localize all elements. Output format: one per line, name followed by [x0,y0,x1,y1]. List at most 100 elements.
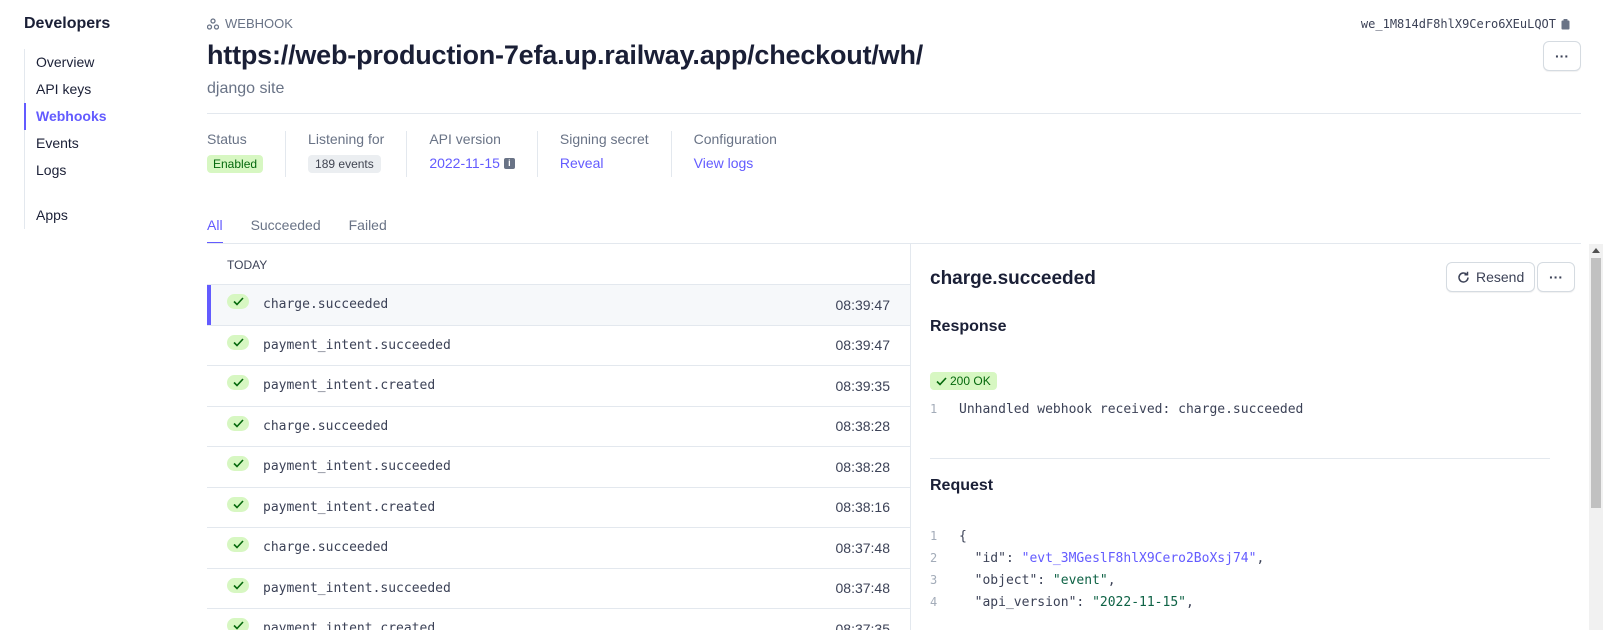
success-check-icon [227,537,249,553]
summary-status: Status Enabled [207,131,285,177]
success-check-icon [227,375,249,391]
event-time: 08:38:28 [835,458,891,475]
sidebar-item-apps[interactable]: Apps [25,202,174,229]
tab-failed[interactable]: Failed [349,217,387,244]
code-key: "object": [959,573,1053,588]
code-line: 1 Unhandled webhook received: charge.succ… [930,398,1303,420]
resend-button[interactable]: Resend [1446,262,1536,292]
code-punct: , [1185,595,1194,610]
line-number: 2 [930,551,938,565]
sidebar: Developers Overview API keys Webhooks Ev… [0,0,190,630]
api-version-value: 2022-11-15 i [429,155,515,171]
resend-label: Resend [1476,269,1525,285]
event-name: payment_intent.created [263,378,436,394]
signing-secret-label: Signing secret [559,131,649,147]
sidebar-item-overview[interactable]: Overview [25,49,174,76]
event-name: payment_intent.succeeded [263,337,451,353]
sidebar-item-webhooks[interactable]: Webhooks [24,103,174,130]
table-row[interactable]: payment_intent.succeeded 08:37:48 [207,567,910,609]
success-check-icon [227,618,249,630]
table-row[interactable]: charge.succeeded 08:39:47 [207,284,910,325]
code-key: "api_version": [959,595,1093,610]
tab-all[interactable]: All [207,217,223,244]
event-name: payment_intent.succeeded [263,459,451,475]
webhook-id-text: we_1M814dF8hlX9Cero6XEuLQOT [1360,17,1556,31]
table-row[interactable]: payment_intent.created 08:38:16 [207,486,910,528]
code-value: "evt_3MGeslF8hlX9Cero2BoXsj74" [1021,551,1257,566]
event-name: payment_intent.succeeded [263,580,451,596]
scroll-up-icon[interactable] [1592,248,1600,253]
success-check-icon [227,496,249,512]
table-row[interactable]: charge.succeeded 08:38:28 [207,405,910,447]
webhook-summary: Status Enabled Listening for 189 events … [207,131,799,177]
code-punct: , [1256,551,1265,566]
refresh-icon [1458,271,1469,283]
checkmark-icon [936,376,947,386]
reveal-secret-link[interactable]: Reveal [560,155,604,171]
sidebar-item-events[interactable]: Events [25,130,174,157]
success-check-icon [227,456,249,472]
code-text: Unhandled webhook received: charge.succe… [959,402,1304,417]
event-name: charge.succeeded [263,540,389,556]
header-divider [207,113,1581,114]
response-heading: Response [930,318,1007,335]
detail-more-button[interactable]: ··· [1537,262,1575,292]
table-row[interactable]: payment_intent.created 08:39:35 [207,365,910,406]
line-number: 3 [930,573,938,587]
view-logs-link[interactable]: View logs [694,155,754,171]
success-check-icon [227,415,249,431]
event-name: charge.succeeded [263,418,389,434]
code-key: { [959,529,967,544]
response-status-text: 200 OK [950,374,991,388]
event-name: payment_intent.created [263,499,436,515]
detail-scrollbar[interactable] [1589,244,1603,630]
api-version-link[interactable]: 2022-11-15 [429,155,500,171]
scroll-thumb[interactable] [1591,258,1601,508]
events-count-badge[interactable]: 189 events [308,155,381,173]
code-line: 4 "api_version": "2022-11-15", [930,591,1264,613]
line-number: 1 [930,529,938,543]
event-name: payment_intent.created [263,621,436,630]
event-time: 08:37:35 [835,620,891,630]
table-row[interactable]: payment_intent.created 08:37:35 [207,608,910,630]
sidebar-item-logs[interactable]: Logs [25,157,174,184]
event-name: charge.succeeded [263,297,389,313]
tab-succeeded[interactable]: Succeeded [251,217,321,244]
clipboard-icon[interactable] [1561,18,1570,30]
event-list: TODAY charge.succeeded 08:39:47 payment_in… [207,244,911,630]
page-title: https://web-production-7efa.up.railway.a… [207,40,924,70]
table-row[interactable]: charge.succeeded 08:37:48 [207,527,910,568]
summary-signing-secret: Signing secret Reveal [536,131,671,177]
webhook-id[interactable]: we_1M814dF8hlX9Cero6XEuLQOT [1361,17,1570,31]
webhook-icon [207,17,219,30]
line-number: 1 [930,402,938,416]
listening-label: Listening for [308,131,385,147]
status-badge: Enabled [207,155,264,173]
info-icon[interactable]: i [503,157,515,169]
event-time: 08:39:47 [835,337,891,354]
request-heading: Request [930,477,994,494]
success-check-icon [227,577,249,593]
summary-listening: Listening for 189 events [285,131,406,177]
success-check-icon [227,334,249,350]
table-row[interactable]: payment_intent.succeeded 08:39:47 [207,324,910,366]
api-version-label: API version [429,131,501,147]
success-check-icon [227,294,249,310]
sidebar-item-api-keys[interactable]: API keys [25,76,174,103]
event-time: 08:39:47 [835,296,891,313]
event-time: 08:39:35 [835,377,891,394]
response-body: 1 Unhandled webhook received: charge.succ… [930,398,1303,420]
code-value: "2022-11-15" [1092,595,1186,610]
page-eyebrow: WEBHOOK [207,16,293,31]
code-line: 1{ [930,525,1264,547]
event-time: 08:37:48 [835,580,891,597]
code-line: 3 "object": "event", [930,569,1264,591]
detail-divider [930,458,1550,459]
summary-configuration: Configuration View logs [670,131,799,177]
line-number: 4 [930,595,938,609]
more-options-button[interactable]: ··· [1543,41,1581,71]
status-label: Status [207,131,247,147]
webhook-description: django site [207,80,285,97]
table-row[interactable]: payment_intent.succeeded 08:38:28 [207,446,910,487]
